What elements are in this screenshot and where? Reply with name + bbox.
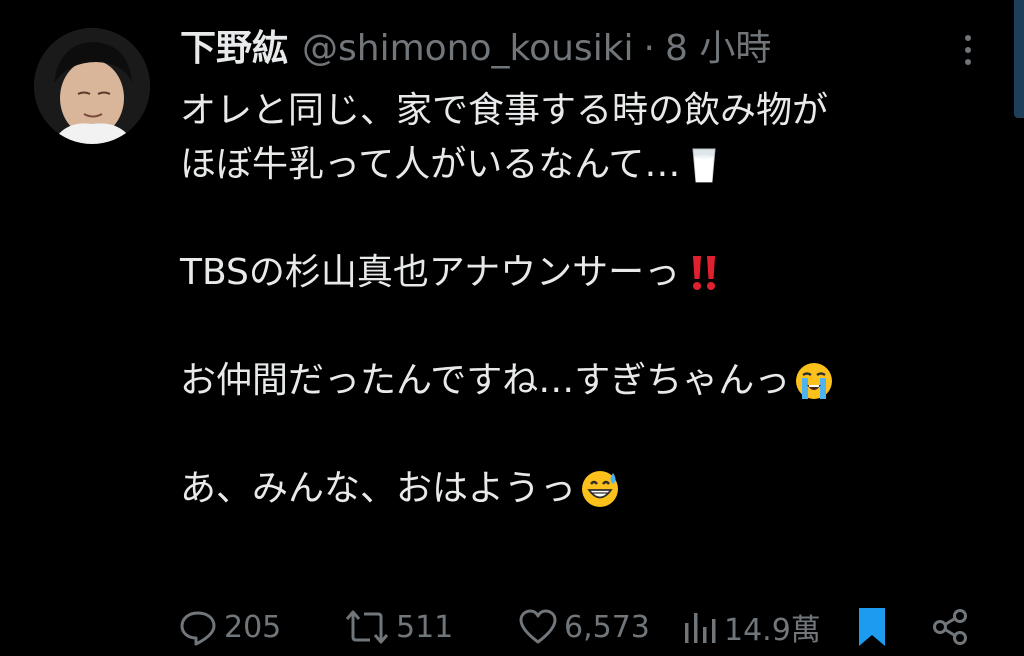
tweet-header: 下野紘 @shimono_kousiki · 8 小時 [180,24,771,74]
author-handle[interactable]: @shimono_kousiki [302,24,634,74]
reply-count: 205 [224,609,282,645]
bookmark-button[interactable] [854,600,890,654]
like-button[interactable]: 6,573 [518,600,650,654]
like-count: 6,573 [564,609,650,645]
scroll-indicator[interactable] [1014,0,1024,118]
analytics-icon [685,613,716,643]
views-button[interactable]: 14.9萬 [682,600,821,654]
more-options-icon[interactable] [954,28,982,72]
share-button[interactable] [930,600,970,654]
bookmark-icon [859,608,885,646]
tweet-line: あ、みんな、おはようっ [180,462,980,516]
tweet-line: TBSの杉山真也アナウンサーっ [180,246,980,300]
reply-button[interactable]: 205 [178,600,281,654]
milk-glass-icon [684,145,724,185]
heart-icon [519,609,557,644]
tweet-text: オレと同じ、家で食事する時の飲み物が ほぼ牛乳って人がいるなんて… TBSの杉山… [180,84,980,516]
retweet-icon [345,610,389,644]
separator-dot: · [643,28,655,69]
tweet-line: オレと同じ、家で食事する時の飲み物が [180,90,829,131]
tweet-line: お仲間だったんですね…すぎちゃんっ [180,354,980,408]
retweet-button[interactable]: 511 [344,600,453,654]
grinning-sweat-face-icon [580,469,620,509]
reply-icon [180,611,216,646]
avatar[interactable] [34,28,150,144]
author-name[interactable]: 下野紘 [180,24,288,74]
share-icon [933,609,967,645]
tweet-timestamp[interactable]: 8 小時 [665,24,771,74]
view-count: 14.9萬 [724,613,821,648]
crying-face-icon [794,361,834,401]
tweet-line: ほぼ牛乳って人がいるなんて… [180,138,980,192]
tweet-actions: 205 511 6,573 14.9萬 [178,600,978,654]
double-exclamation-icon [684,253,724,293]
retweet-count: 511 [396,609,454,645]
